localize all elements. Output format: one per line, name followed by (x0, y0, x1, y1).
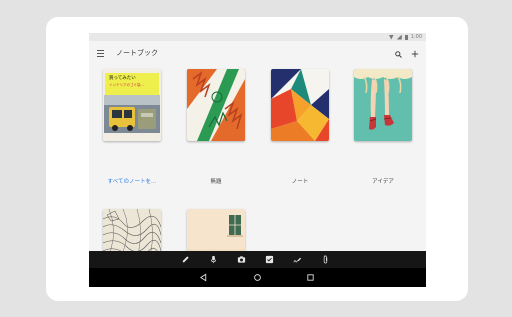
notebook-label-untitled[interactable]: 無題 (176, 178, 256, 186)
system-nav-bar (89, 268, 426, 287)
note-cover (271, 69, 329, 141)
notebook-card-all-notes[interactable]: 買ってみたい インテリアのゴミ袋… (103, 69, 161, 141)
menu-icon[interactable] (97, 50, 104, 57)
recents-icon[interactable] (306, 273, 315, 282)
mic-icon[interactable] (209, 255, 218, 264)
notebook-card-note[interactable] (271, 69, 329, 141)
battery-icon (404, 34, 408, 40)
notebook-label-idea[interactable]: アイデア (343, 178, 423, 186)
add-icon[interactable] (411, 50, 419, 58)
app-bar: ノートブック (89, 41, 426, 67)
signal-icon (396, 34, 402, 40)
notebook-card-idea[interactable] (354, 69, 412, 141)
camera-icon[interactable] (237, 255, 246, 264)
untitled-cover (187, 69, 245, 141)
sticky-note-text: インテリアのゴミ袋… (109, 83, 144, 87)
attachment-icon[interactable] (321, 255, 330, 264)
home-icon[interactable] (253, 273, 262, 282)
status-bar: 1:00 (89, 33, 426, 41)
app-screen: 1:00 ノートブック 買ってみたい インテリアのゴミ袋… すべてのノートを… … (89, 33, 426, 287)
status-time: 1:00 (410, 34, 422, 40)
notebook-card-untitled[interactable] (187, 69, 245, 141)
page-title: ノートブック (116, 49, 158, 57)
bottom-toolbar (89, 251, 426, 268)
pen-icon[interactable] (181, 255, 190, 264)
notebook-label-all-notes[interactable]: すべてのノートを… (92, 178, 172, 186)
checkbox-icon[interactable] (265, 255, 274, 264)
notebook-grid: 買ってみたい インテリアのゴミ袋… すべてのノートを… 無題 ノート アイデア (89, 67, 426, 281)
sticky-note-title: 買ってみたい (109, 76, 136, 81)
notebook-label-note[interactable]: ノート (260, 178, 340, 186)
wifi-icon (388, 34, 394, 40)
handwriting-icon[interactable] (293, 255, 302, 264)
back-icon[interactable] (199, 273, 208, 282)
idea-cover (354, 69, 412, 141)
search-icon[interactable] (395, 51, 402, 58)
